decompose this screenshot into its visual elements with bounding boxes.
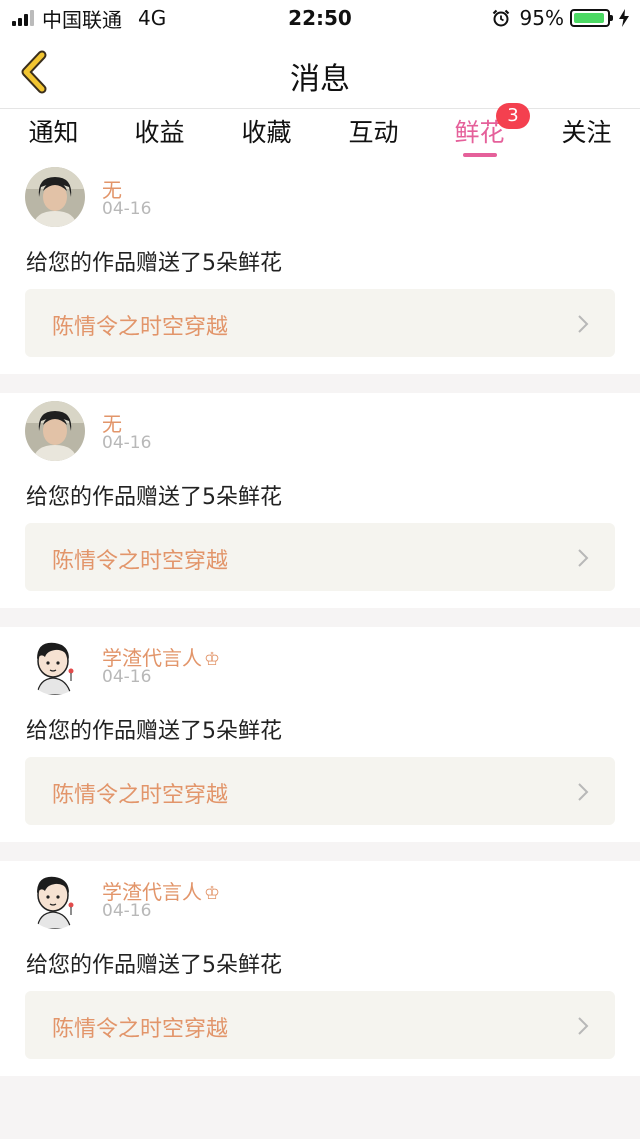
user-avatar[interactable]: [25, 869, 85, 929]
tab-interactions[interactable]: 互动: [320, 113, 427, 157]
crown-icon: ♔: [204, 649, 221, 670]
work-title: 陈情令之时空穿越: [52, 549, 229, 574]
photo-avatar-icon: [25, 167, 85, 227]
tab-favorites[interactable]: 收藏: [213, 113, 320, 157]
charging-bolt-icon: [619, 9, 629, 27]
tab-label: 关注: [561, 118, 612, 147]
tab-notifications[interactable]: 通知: [0, 113, 107, 157]
message-text: 给您的作品赠送了5朵鲜花: [26, 953, 282, 978]
page-title: 消息: [290, 62, 350, 97]
message-card: 学渣代言人 ♔ 04-16 给您的作品赠送了5朵鲜花 陈情令之时空穿越: [0, 627, 640, 842]
tab-bar: 通知 收益 收藏 互动 鲜花 3 关注: [0, 103, 640, 159]
message-text: 给您的作品赠送了5朵鲜花: [26, 719, 282, 744]
cartoon-avatar-icon: [25, 869, 85, 929]
work-link[interactable]: 陈情令之时空穿越: [25, 523, 615, 591]
user-avatar[interactable]: [25, 401, 85, 461]
user-avatar[interactable]: [25, 635, 85, 695]
message-date: 04-16: [102, 667, 152, 687]
status-right: 95%: [492, 6, 630, 30]
tab-label: 互动: [348, 118, 399, 147]
active-tab-indicator: [462, 153, 497, 157]
work-link[interactable]: 陈情令之时空穿越: [25, 289, 615, 357]
tab-label: 收藏: [241, 118, 292, 147]
message-date: 04-16: [102, 433, 152, 453]
message-list: 无 04-16 给您的作品赠送了5朵鲜花 陈情令之时空穿越 无 04-16 给您…: [0, 159, 640, 1095]
message-text: 给您的作品赠送了5朵鲜花: [26, 485, 282, 510]
alarm-icon: [492, 9, 509, 27]
photo-avatar-icon: [25, 401, 85, 461]
tab-flowers[interactable]: 鲜花 3: [426, 103, 533, 157]
battery-percent: 95%: [519, 6, 564, 30]
tab-label: 收益: [134, 118, 185, 147]
status-bar: 中国联通 4G 22:50 95%: [0, 0, 640, 36]
work-title: 陈情令之时空穿越: [52, 783, 229, 808]
message-date: 04-16: [102, 901, 152, 921]
chevron-right-icon: [578, 549, 589, 567]
chevron-right-icon: [578, 1017, 589, 1035]
unread-badge: 3: [496, 103, 530, 129]
nav-bar: 消息: [0, 36, 640, 109]
battery-icon: [570, 9, 613, 27]
crown-icon: ♔: [204, 883, 221, 904]
message-card: 无 04-16 给您的作品赠送了5朵鲜花 陈情令之时空穿越: [0, 159, 640, 374]
message-date: 04-16: [102, 199, 152, 219]
tab-earnings[interactable]: 收益: [106, 113, 213, 157]
work-link[interactable]: 陈情令之时空穿越: [25, 757, 615, 825]
work-title: 陈情令之时空穿越: [52, 1017, 229, 1042]
work-title: 陈情令之时空穿越: [52, 315, 229, 340]
user-avatar[interactable]: [25, 167, 85, 227]
message-card: 无 04-16 给您的作品赠送了5朵鲜花 陈情令之时空穿越: [0, 393, 640, 608]
cartoon-avatar-icon: [25, 635, 85, 695]
message-text: 给您的作品赠送了5朵鲜花: [26, 251, 282, 276]
chevron-right-icon: [578, 315, 589, 333]
chevron-right-icon: [578, 783, 589, 801]
message-card: 学渣代言人 ♔ 04-16 给您的作品赠送了5朵鲜花 陈情令之时空穿越: [0, 861, 640, 1076]
tab-follows[interactable]: 关注: [533, 113, 640, 157]
work-link[interactable]: 陈情令之时空穿越: [25, 991, 615, 1059]
tab-label: 通知: [28, 118, 79, 147]
